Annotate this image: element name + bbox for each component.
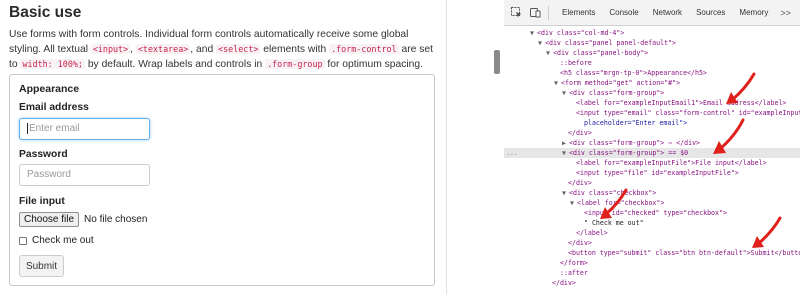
- dom-text: <h5 class="mrgn-tp-0">Appearance</h5>: [560, 69, 707, 77]
- dom-line[interactable]: ▼ <div class="panel-body">: [504, 48, 800, 58]
- page-heading: Basic use: [9, 4, 82, 21]
- dom-line[interactable]: </form>: [504, 258, 800, 268]
- dom-text: ::before: [560, 59, 592, 67]
- devtools-panel: Elements Console Network Sources Memory …: [504, 0, 800, 294]
- dom-ellipsis: ...: [506, 149, 518, 157]
- dom-text: <div class="panel-body">: [553, 49, 649, 57]
- choose-file-button[interactable]: Choose file: [19, 212, 80, 227]
- red-arrow-icon: [752, 216, 782, 248]
- appearance-panel: Appearance Email address Enter email Pas…: [9, 74, 435, 286]
- inspect-element-icon[interactable]: [509, 7, 523, 19]
- text-caret: [27, 122, 28, 134]
- dom-text: ::after: [560, 269, 588, 277]
- dom-text: <div class="form-group">: [569, 89, 665, 97]
- collapse-triangle-icon[interactable]: ▼: [562, 148, 569, 158]
- tab-network[interactable]: Network: [646, 0, 689, 26]
- more-tabs-button[interactable]: >>: [775, 8, 796, 18]
- dom-line[interactable]: ▼ <label for="checkbox">: [504, 198, 800, 208]
- dom-text: </div>: [568, 239, 592, 247]
- dom-text: </form>: [560, 259, 588, 267]
- red-arrow-icon: [726, 72, 756, 104]
- device-toolbar-icon[interactable]: [528, 7, 542, 19]
- intro-text: , and: [190, 44, 217, 56]
- dom-line[interactable]: <label for="exampleInputFile">File input…: [504, 158, 800, 168]
- dom-text: <div class="col-md-4">: [537, 29, 625, 37]
- dom-line[interactable]: </div>: [504, 278, 800, 288]
- email-placeholder: Enter email: [29, 123, 80, 134]
- dom-line[interactable]: ::after: [504, 268, 800, 278]
- dom-text: </div>: [568, 129, 592, 137]
- intro-text: by default. Wrap labels and controls in: [84, 59, 266, 71]
- collapse-triangle-icon[interactable]: ▼: [554, 78, 561, 88]
- tab-memory[interactable]: Memory: [732, 0, 775, 26]
- code-select: <select>: [216, 44, 261, 55]
- submit-button[interactable]: Submit: [19, 255, 64, 277]
- dom-line[interactable]: ▶ <div class="form-group"> ⋯ </div>: [504, 138, 800, 148]
- dom-tree: ▼ <div class="col-md-4"> ▼ <div class="pan…: [504, 28, 800, 294]
- scrollbar-thumb[interactable]: [494, 50, 500, 74]
- file-status: No file chosen: [84, 214, 148, 225]
- code-form-control: .form-control: [329, 44, 399, 55]
- dom-text: <label for="exampleInputFile">File input…: [576, 159, 767, 167]
- red-arrow-icon: [713, 118, 745, 154]
- collapse-triangle-icon[interactable]: ▼: [562, 88, 569, 98]
- dom-text: <div class="panel panel-default">: [545, 39, 677, 47]
- password-field[interactable]: Password: [19, 164, 150, 186]
- dom-line-selected[interactable]: ... ▼ <div class="form-group"> == $0: [504, 148, 800, 158]
- email-field[interactable]: Enter email: [19, 118, 150, 140]
- dom-text: <input type="email" class="form-control"…: [576, 109, 800, 117]
- dom-text: </div>: [568, 179, 592, 187]
- dom-text: <div class="form-group"> == $0: [569, 149, 689, 157]
- dom-text: </label>: [576, 229, 608, 237]
- devtools-toolbar: Elements Console Network Sources Memory …: [504, 0, 800, 26]
- page-scrollbar-area: [446, 0, 504, 294]
- file-label: File input: [19, 196, 65, 207]
- panel-title: Appearance: [19, 83, 80, 95]
- dom-text: <input type="file" id="exampleInputFile"…: [576, 169, 739, 177]
- intro-text: ,: [130, 44, 136, 56]
- intro-text: for optimum spacing.: [324, 59, 423, 71]
- code-form-group: .form-group: [265, 59, 325, 70]
- collapse-triangle-icon[interactable]: ▼: [546, 48, 553, 58]
- expand-triangle-icon[interactable]: ▶: [562, 138, 569, 148]
- dom-line[interactable]: </div>: [504, 128, 800, 138]
- collapse-triangle-icon[interactable]: ▼: [562, 188, 569, 198]
- tab-elements[interactable]: Elements: [555, 0, 602, 26]
- dom-line[interactable]: <input type="file" id="exampleInputFile"…: [504, 168, 800, 178]
- dom-text: </div>: [552, 279, 576, 287]
- dom-line[interactable]: ▼ <div class="col-md-4">: [504, 28, 800, 38]
- code-textarea: <textarea>: [135, 44, 191, 55]
- toolbar-divider: [548, 5, 549, 20]
- password-placeholder: Password: [27, 169, 71, 180]
- check-me-out-checkbox[interactable]: [19, 236, 27, 245]
- code-width: width: 100%;: [20, 59, 85, 70]
- tab-sources[interactable]: Sources: [689, 0, 732, 26]
- intro-text: elements with: [260, 44, 330, 56]
- collapse-triangle-icon[interactable]: ▼: [570, 198, 577, 208]
- intro-paragraph: Use forms with form controls. Individual…: [9, 27, 439, 73]
- checkbox-label[interactable]: Check me out: [32, 235, 94, 246]
- dom-line[interactable]: placeholder="Enter email">: [504, 118, 800, 128]
- red-arrow-icon: [600, 188, 628, 219]
- dom-line[interactable]: ▼ <div class="panel panel-default">: [504, 38, 800, 48]
- collapse-triangle-icon[interactable]: ▼: [530, 28, 537, 38]
- dom-text: placeholder="Enter email">: [584, 119, 688, 127]
- dom-text: <div class="form-group"> ⋯ </div>: [569, 139, 701, 147]
- dom-line[interactable]: ▼ <div class="checkbox">: [504, 188, 800, 198]
- collapse-triangle-icon[interactable]: ▼: [538, 38, 545, 48]
- file-input: Choose file No file chosen: [19, 212, 147, 227]
- tab-console[interactable]: Console: [602, 0, 645, 26]
- email-label: Email address: [19, 102, 89, 113]
- code-input: <input>: [90, 44, 131, 55]
- dom-text: <form method="get" action="#">: [561, 79, 681, 87]
- dom-line[interactable]: </div>: [504, 178, 800, 188]
- dom-line[interactable]: ::before: [504, 58, 800, 68]
- checkbox-row: Check me out: [19, 235, 94, 246]
- password-label: Password: [19, 149, 68, 160]
- rendered-page: Basic use Use forms with form controls. …: [0, 0, 446, 294]
